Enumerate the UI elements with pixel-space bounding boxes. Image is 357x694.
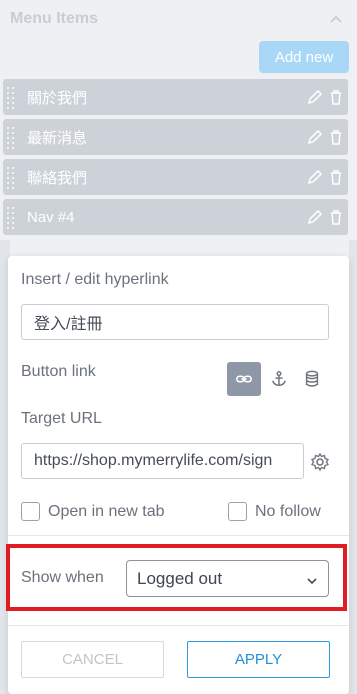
show-when-value: Logged out [137,568,223,588]
drag-handle-icon[interactable] [7,85,17,109]
link-icon[interactable] [227,362,261,396]
add-new-button[interactable]: Add new [259,41,349,73]
target-url-label: Target URL [21,410,102,427]
drag-handle-icon[interactable] [7,205,17,229]
target-url-input[interactable]: https://shop.mymerrylife.com/sign [21,443,304,479]
trash-icon[interactable] [327,208,345,226]
divider [8,535,349,536]
trash-icon[interactable] [327,88,345,106]
menu-item-label: 聯絡我們 [27,169,88,187]
menu-item-row[interactable]: 最新消息 [3,119,348,155]
gear-icon[interactable] [310,452,330,472]
open-new-tab-checkbox[interactable] [21,502,40,521]
menu-item-row[interactable]: 聯絡我們 [3,159,348,195]
menu-item-row[interactable]: Nav #4 [3,199,348,235]
drag-handle-icon[interactable] [7,165,17,189]
show-when-select[interactable]: Logged out [126,560,329,597]
divider [8,625,349,626]
trash-icon[interactable] [327,168,345,186]
cancel-button[interactable]: CANCEL [21,641,164,678]
no-follow-checkbox[interactable] [228,502,247,521]
drag-handle-icon[interactable] [7,125,17,149]
apply-button[interactable]: APPLY [187,641,330,678]
anchor-icon[interactable] [262,362,296,396]
menu-items-header: Menu Items [10,10,99,27]
link-text-input[interactable]: 登入/註冊 [21,304,329,340]
hyperlink-popup: Insert / edit hyperlink 登入/註冊 Button lin… [6,256,349,694]
no-follow-label: No follow [255,502,321,520]
chevron-down-icon [306,572,318,585]
menu-item-label: Nav #4 [27,208,75,226]
pencil-icon[interactable] [306,168,324,186]
menu-item-row[interactable]: 關於我們 [3,79,348,115]
trash-icon[interactable] [327,128,345,146]
pencil-icon[interactable] [306,128,324,146]
show-when-label: Show when [21,569,104,586]
button-link-label: Button link [21,363,96,380]
database-icon[interactable] [295,362,329,396]
open-new-tab-option[interactable]: Open in new tab [21,502,165,521]
menu-item-label: 最新消息 [27,129,88,147]
no-follow-option[interactable]: No follow [228,502,321,521]
open-new-tab-label: Open in new tab [48,502,165,520]
panel-edge-right [349,240,357,694]
popup-title: Insert / edit hyperlink [21,271,169,288]
chevron-up-icon[interactable] [329,12,343,26]
pencil-icon[interactable] [306,88,324,106]
menu-item-label: 關於我們 [27,89,88,107]
pencil-icon[interactable] [306,208,324,226]
